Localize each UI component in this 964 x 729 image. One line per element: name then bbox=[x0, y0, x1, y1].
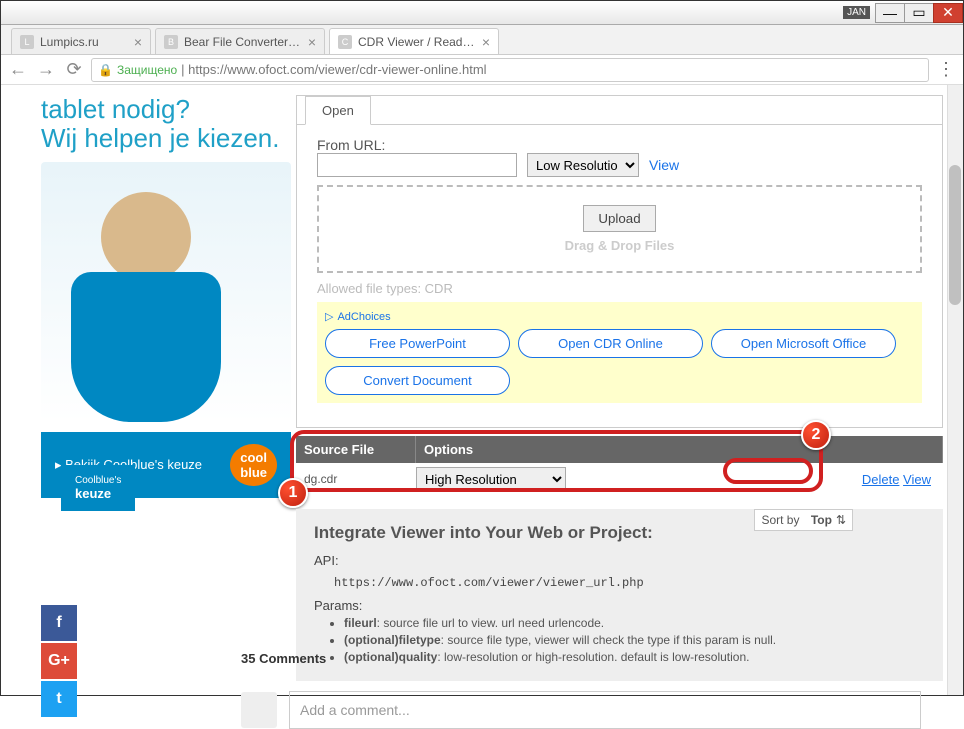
tab-lumpics[interactable]: L Lumpics.ru × bbox=[11, 28, 151, 54]
tab-title: Lumpics.ru bbox=[40, 35, 128, 49]
table-header: Source File Options bbox=[296, 436, 943, 463]
ad-badge: Coolblue's keuze bbox=[61, 465, 135, 511]
close-icon[interactable]: × bbox=[308, 34, 316, 50]
main-content: Open From URL: Low Resolutio View Upload… bbox=[296, 85, 963, 695]
view-file-link[interactable]: View bbox=[903, 472, 931, 487]
ad-link[interactable]: Open CDR Online bbox=[518, 329, 703, 358]
drag-drop-label: Drag & Drop Files bbox=[337, 238, 902, 253]
back-button[interactable]: ← bbox=[7, 59, 29, 81]
minimize-button[interactable]: — bbox=[875, 3, 905, 23]
tab-title: Bear File Converter - Onl bbox=[184, 35, 302, 49]
th-options: Options bbox=[416, 436, 943, 463]
annotation-badge-1: 1 bbox=[278, 478, 308, 508]
integrate-panel: Integrate Viewer into Your Web or Projec… bbox=[296, 509, 943, 681]
address-bar: ← → ⟳ 🔒 Защищено | https://www.ofoct.com… bbox=[1, 55, 963, 85]
comment-input[interactable]: Add a comment... bbox=[289, 691, 921, 729]
lock-icon: 🔒 bbox=[98, 63, 113, 77]
share-buttons: f G+ t bbox=[41, 605, 77, 719]
delete-link[interactable]: Delete bbox=[862, 472, 900, 487]
scrollbar[interactable] bbox=[947, 85, 963, 695]
ad-link[interactable]: Open Microsoft Office bbox=[711, 329, 896, 358]
resolution-select[interactable]: Low Resolutio bbox=[527, 153, 639, 177]
open-tab[interactable]: Open bbox=[305, 96, 371, 125]
upload-button[interactable]: Upload bbox=[583, 205, 655, 232]
dropzone[interactable]: Upload Drag & Drop Files bbox=[317, 185, 922, 273]
tab-bear[interactable]: B Bear File Converter - Onl × bbox=[155, 28, 325, 54]
window-titlebar: JAN — ▭ ✕ bbox=[1, 1, 963, 25]
file-resolution-select[interactable]: High Resolution bbox=[416, 467, 566, 491]
sort-by-select[interactable]: Sort by Top ⇅ bbox=[754, 509, 853, 531]
scrollbar-thumb[interactable] bbox=[949, 165, 961, 305]
coolblue-logo: cool blue bbox=[230, 444, 277, 486]
ads-block: ▷ AdChoices Free PowerPoint Open CDR Onl… bbox=[317, 302, 922, 403]
favicon-icon: L bbox=[20, 35, 34, 49]
maximize-button[interactable]: ▭ bbox=[904, 3, 934, 23]
twitter-button[interactable]: t bbox=[41, 681, 77, 717]
forward-button[interactable]: → bbox=[35, 59, 57, 81]
ad-image[interactable] bbox=[41, 162, 291, 422]
close-icon[interactable]: × bbox=[482, 34, 490, 50]
sidebar-ad: tablet nodig? Wij helpen je kiezen. Cool… bbox=[1, 85, 296, 695]
tab-title: CDR Viewer / Reader Onl bbox=[358, 35, 476, 49]
param-item: fileurl: source file url to view. url ne… bbox=[344, 616, 925, 630]
secure-label: Защищено bbox=[117, 63, 177, 77]
url-text: | https://www.ofoct.com/viewer/cdr-viewe… bbox=[181, 62, 486, 77]
ad-headline: tablet nodig? Wij helpen je kiezen. bbox=[41, 95, 296, 152]
comment-row: Add a comment... bbox=[241, 691, 921, 729]
reload-button[interactable]: ⟳ bbox=[63, 59, 85, 81]
close-button[interactable]: ✕ bbox=[933, 3, 963, 23]
ad-link[interactable]: Free PowerPoint bbox=[325, 329, 510, 358]
from-url-label: From URL: bbox=[317, 137, 922, 153]
facebook-button[interactable]: f bbox=[41, 605, 77, 641]
table-row: dg.cdr High Resolution Delete View bbox=[296, 463, 943, 495]
comments-count: 35 Comments bbox=[241, 651, 326, 666]
view-link[interactable]: View bbox=[649, 157, 679, 173]
adchoices-label[interactable]: ▷ AdChoices bbox=[325, 310, 914, 323]
th-source: Source File bbox=[296, 436, 416, 463]
api-label: API: bbox=[314, 553, 925, 568]
url-field[interactable] bbox=[317, 153, 517, 177]
favicon-icon: B bbox=[164, 35, 178, 49]
favicon-icon: C bbox=[338, 35, 352, 49]
api-url: https://www.ofoct.com/viewer/viewer_url.… bbox=[334, 576, 925, 590]
file-name: dg.cdr bbox=[296, 472, 416, 486]
param-item: (optional)quality: low-resolution or hig… bbox=[344, 650, 925, 664]
open-panel: Open From URL: Low Resolutio View Upload… bbox=[296, 95, 943, 428]
file-table-area: 1 2 Source File Options dg.cdr High Reso… bbox=[296, 436, 943, 495]
allowed-types: Allowed file types: CDR bbox=[317, 281, 922, 296]
url-input[interactable]: 🔒 Защищено | https://www.ofoct.com/viewe… bbox=[91, 58, 929, 82]
tab-cdr-viewer[interactable]: C CDR Viewer / Reader Onl × bbox=[329, 28, 499, 54]
googleplus-button[interactable]: G+ bbox=[41, 643, 77, 679]
browser-menu-button[interactable]: ⋮ bbox=[935, 59, 957, 80]
close-icon[interactable]: × bbox=[134, 34, 142, 50]
param-item: (optional)filetype: source file type, vi… bbox=[344, 633, 925, 647]
ad-link[interactable]: Convert Document bbox=[325, 366, 510, 395]
avatar bbox=[241, 692, 277, 728]
lang-indicator: JAN bbox=[843, 6, 870, 19]
browser-tabs: L Lumpics.ru × B Bear File Converter - O… bbox=[1, 25, 963, 55]
annotation-badge-2: 2 bbox=[801, 420, 831, 450]
params-label: Params: bbox=[314, 598, 925, 613]
